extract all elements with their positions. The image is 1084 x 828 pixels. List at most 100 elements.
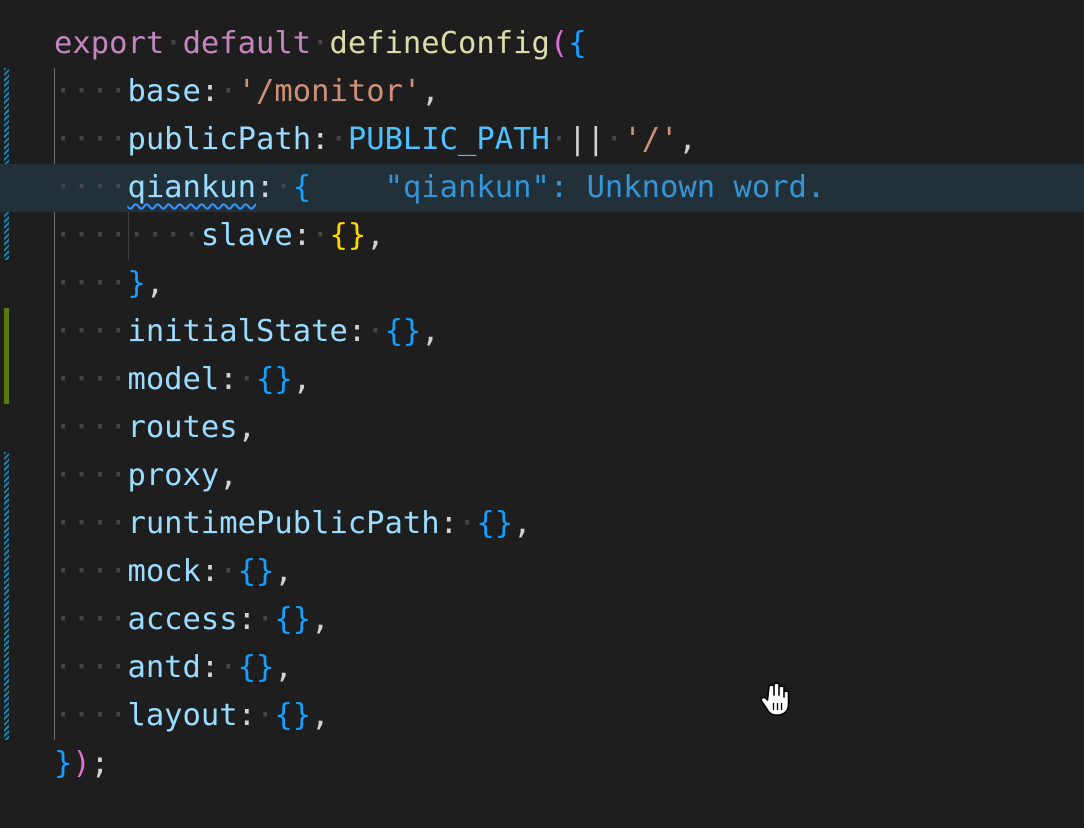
code-token: : [237,698,257,733]
whitespace-marker: ···· [54,698,128,733]
code-line[interactable]: ····}, [0,260,1084,308]
code-text: ····access:·{}, [54,596,330,644]
code-token: } [127,266,146,301]
code-token: : [347,314,367,349]
code-line[interactable]: ····access:·{}, [0,596,1084,644]
code-text: }); [54,740,109,788]
code-line[interactable]: ····model:·{}, [0,356,1084,404]
code-token: export [54,26,165,61]
code-line[interactable]: ····base:·'/monitor', [0,68,1084,116]
diagnostic-hint: "qiankun": Unknown word. [384,170,826,205]
code-token: , [237,410,257,445]
code-token: PUBLIC_PATH [347,122,550,157]
code-token: { [292,170,312,205]
code-token: {} [476,506,514,541]
code-token: access [127,602,238,637]
code-text: ····routes, [54,404,256,452]
code-line[interactable]: ····proxy, [0,452,1084,500]
code-token: , [513,506,532,541]
code-token: : [200,554,220,589]
whitespace-marker: ···· [54,410,128,445]
code-text: ····runtimePublicPath:·{}, [54,500,531,548]
code-token: : [200,74,220,109]
code-token: : [292,218,312,253]
code-token: {} [237,554,275,589]
code-token: , [274,554,293,589]
code-token: || [568,122,605,157]
whitespace-marker: ···· [54,74,128,109]
code-text: ····antd:·{}, [54,644,293,692]
code-line[interactable]: ····mock:·{}, [0,548,1084,596]
whitespace-marker: · [549,122,569,157]
code-token: : [237,602,257,637]
whitespace-marker: ········ [54,218,201,253]
code-token: { [568,26,587,61]
whitespace-marker: · [256,602,275,637]
code-text: ····initialState:·{}, [54,308,440,356]
code-line[interactable]: ····initialState:·{}, [0,308,1084,356]
code-token: {} [237,650,275,685]
whitespace-marker: ···· [54,266,128,301]
code-token: : [439,506,458,541]
code-line-active[interactable]: ····qiankun:·{ "qiankun": Unknown word. [0,164,1084,212]
code-token: , [678,122,697,157]
whitespace-marker: ···· [54,650,128,685]
code-token: layout [127,698,238,733]
code-token: publicPath [127,122,312,157]
code-text: ····layout:·{}, [54,692,330,740]
code-editor[interactable]: export·default·defineConfig({····base:·'… [0,0,1084,828]
whitespace-marker: ···· [54,554,128,589]
code-text: ····}, [54,260,164,308]
code-token: '/' [623,122,679,157]
code-token: , [219,458,238,493]
whitespace-marker: · [219,74,238,109]
code-token: model [127,362,220,397]
code-token: '/monitor' [237,74,422,109]
code-text: ····mock:·{}, [54,548,293,596]
code-line[interactable]: }); [0,740,1084,788]
code-line[interactable]: ····runtimePublicPath:·{}, [0,500,1084,548]
code-token: routes [127,410,238,445]
code-token: {} [384,314,422,349]
code-token: runtimePublicPath [127,506,440,541]
code-token: , [292,362,312,397]
code-text: ····model:·{}, [54,356,311,404]
code-token: proxy [127,458,220,493]
code-token: slave [200,218,293,253]
code-text: ····qiankun:·{ "qiankun": Unknown word. [54,164,825,212]
code-token: : [200,650,220,685]
code-line[interactable]: ····layout:·{}, [0,692,1084,740]
code-text: ····publicPath:·PUBLIC_PATH·||·'/', [54,116,697,164]
whitespace-marker: · [311,218,330,253]
whitespace-marker: · [219,554,238,589]
code-token: , [145,266,165,301]
whitespace-marker: ···· [54,170,128,205]
code-token: {} [329,218,367,253]
code-token: : [311,122,330,157]
code-token: mock [127,554,201,589]
code-token: {} [274,698,312,733]
code-text: ····base:·'/monitor', [54,68,440,116]
code-line[interactable]: export·default·defineConfig({ [0,20,1084,68]
code-token: , [421,314,440,349]
whitespace-marker: ···· [54,362,128,397]
code-line[interactable]: ····publicPath:·PUBLIC_PATH·||·'/', [0,116,1084,164]
code-token: ) [72,746,91,781]
code-text: ····proxy, [54,452,238,500]
code-token: base [127,74,201,109]
whitespace-marker: · [458,506,477,541]
code-token: ; [90,746,110,781]
code-line[interactable]: ····antd:·{}, [0,644,1084,692]
code-line[interactable]: ····routes, [0,404,1084,452]
whitespace-marker: ···· [54,506,128,541]
code-token: {} [274,602,312,637]
whitespace-marker: ···· [54,458,128,493]
whitespace-marker: ···· [54,602,128,637]
whitespace-marker: · [164,26,183,61]
code-token: defineConfig [329,26,550,61]
code-line[interactable]: ········slave:·{}, [0,212,1084,260]
code-token: : [256,170,275,205]
whitespace-marker: · [256,698,275,733]
code-token: , [274,650,293,685]
